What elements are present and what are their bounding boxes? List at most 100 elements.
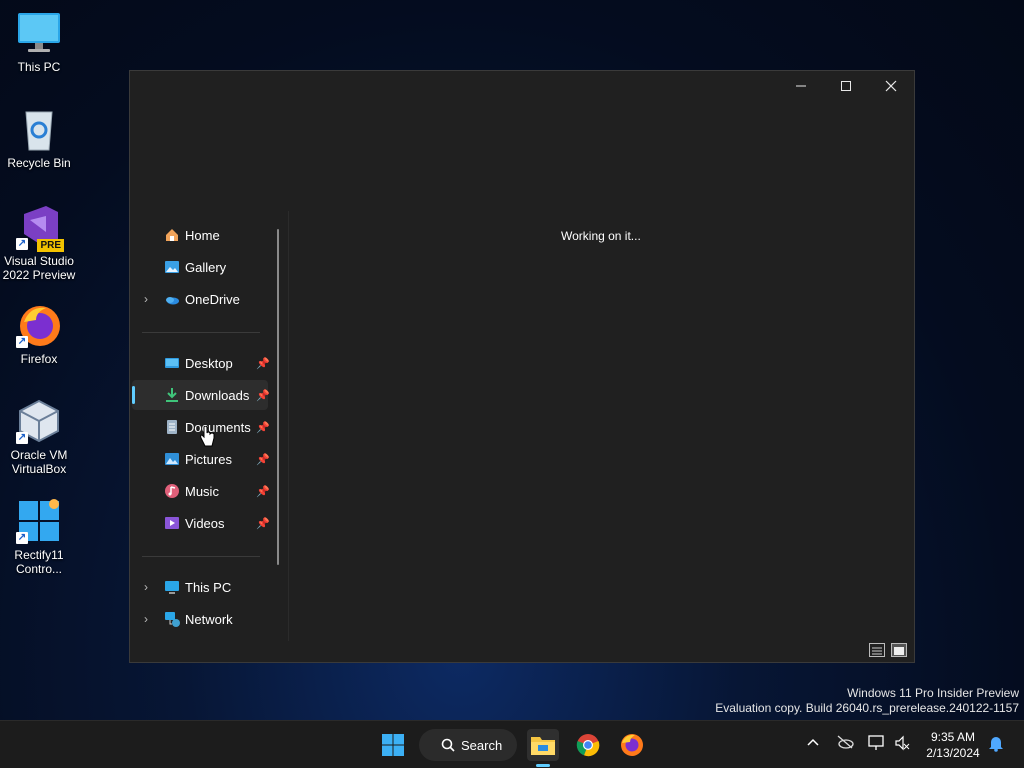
large-icons-view-icon: [894, 647, 904, 655]
nav-item-downloads[interactable]: Downloads 📌: [132, 380, 270, 410]
pane-divider[interactable]: [288, 211, 289, 641]
taskbar-search-button[interactable]: Search: [419, 729, 517, 761]
chevron-up-icon: [807, 738, 819, 746]
chevron-right-icon[interactable]: ›: [144, 580, 148, 594]
shortcut-arrow-icon: ↗: [16, 336, 28, 348]
shortcut-arrow-icon: ↗: [16, 532, 28, 544]
desktop-icon-label: Oracle VM VirtualBox: [10, 448, 68, 476]
nav-item-label: Pictures: [185, 451, 232, 467]
nav-item-this-pc[interactable]: › This PC: [132, 572, 268, 602]
windows-start-icon: [382, 734, 404, 756]
onedrive-tray-button[interactable]: [836, 735, 854, 752]
chevron-right-icon[interactable]: ›: [144, 292, 148, 306]
taskbar-clock[interactable]: 9:35 AM 2/13/2024: [918, 729, 988, 761]
shortcut-arrow-icon: ↗: [16, 432, 28, 444]
virtualbox-icon: ↗: [16, 398, 62, 444]
watermark-line: Evaluation copy. Build 26040.rs_prerelea…: [715, 701, 1019, 715]
close-button[interactable]: [868, 71, 914, 101]
taskbar-chrome[interactable]: [572, 729, 604, 761]
nav-item-label: This PC: [185, 579, 232, 595]
nav-item-label: Desktop: [185, 355, 233, 371]
evaluation-watermark: Windows 11 Pro Insider Preview Evaluatio…: [715, 686, 1019, 716]
taskbar-firefox[interactable]: [616, 729, 648, 761]
music-icon: [165, 484, 179, 498]
nav-item-label: Music: [185, 483, 219, 499]
minimize-icon: [796, 85, 806, 87]
desktop-icon-recycle-bin[interactable]: Recycle Bin: [2, 106, 76, 170]
gallery-icon: [165, 261, 179, 273]
selection-indicator: [132, 386, 135, 404]
maximize-button[interactable]: [823, 71, 869, 101]
notifications-button[interactable]: [988, 734, 1004, 755]
large-icons-view-button[interactable]: [891, 643, 907, 657]
pictures-icon: [165, 453, 179, 465]
desktop-icon-label: Recycle Bin: [7, 156, 71, 170]
desktop-icon-this-pc[interactable]: This PC: [2, 10, 76, 74]
nav-item-label: Videos: [185, 515, 225, 531]
monitor-icon: [16, 10, 62, 56]
pin-icon[interactable]: 📌: [256, 485, 270, 498]
running-indicator: [536, 764, 550, 767]
hand-cursor-icon: [200, 426, 215, 447]
firefox-icon: [621, 734, 643, 756]
this-pc-icon: [165, 581, 179, 594]
visual-studio-icon: PRE ↗: [16, 204, 64, 252]
pin-icon[interactable]: 📌: [256, 421, 270, 434]
recycle-bin-icon: [16, 106, 62, 152]
documents-icon: [167, 420, 177, 434]
nav-item-videos[interactable]: Videos 📌: [132, 508, 270, 538]
pin-icon[interactable]: 📌: [256, 389, 270, 402]
onedrive-offline-icon: [837, 735, 854, 749]
details-view-icon: [872, 647, 882, 655]
show-hidden-icons-button[interactable]: [806, 735, 820, 752]
nav-item-label: Documents: [185, 419, 251, 435]
bell-icon: [989, 737, 1003, 752]
nav-item-label: Home: [185, 227, 220, 243]
pin-icon[interactable]: 📌: [256, 517, 270, 530]
close-icon: [885, 80, 897, 92]
desktop-icon-rectify11[interactable]: ↗ Rectify11 Contro...: [2, 498, 76, 576]
volume-tray-button[interactable]: [894, 735, 910, 754]
desktop-icon-label: Visual Studio 2022 Preview: [2, 254, 76, 282]
clock-date: 2/13/2024: [926, 746, 980, 760]
taskbar: Search 9:35 AM 2/13/2024: [0, 720, 1024, 768]
desktop-icon-label: This PC: [17, 60, 61, 74]
desktop-icon-firefox[interactable]: ↗ Firefox: [2, 302, 76, 366]
videos-icon: [165, 517, 179, 529]
nav-item-music[interactable]: Music 📌: [132, 476, 270, 506]
loading-status-text: Working on it...: [561, 229, 641, 243]
pin-icon[interactable]: 📌: [256, 453, 270, 466]
pre-badge: PRE: [37, 239, 64, 252]
home-icon: [166, 229, 178, 241]
file-explorer-window: Home Gallery › OneDrive Desktop 📌 Downlo…: [129, 70, 915, 663]
taskbar-file-explorer[interactable]: [527, 729, 559, 767]
minimize-button[interactable]: [778, 71, 824, 101]
desktop-icon-label: Rectify11 Contro...: [14, 548, 64, 576]
nav-item-desktop[interactable]: Desktop 📌: [132, 348, 270, 378]
chevron-right-icon[interactable]: ›: [144, 612, 148, 626]
start-button[interactable]: [377, 729, 409, 761]
firefox-icon: ↗: [16, 302, 62, 348]
pin-icon[interactable]: 📌: [256, 357, 270, 370]
nav-separator: [142, 556, 260, 557]
nav-item-network[interactable]: › Network: [132, 604, 268, 634]
network-tray-button[interactable]: [868, 735, 886, 754]
windows-logo-icon: ↗: [16, 498, 62, 544]
nav-item-home[interactable]: Home: [132, 220, 268, 250]
desktop-icon-visual-studio[interactable]: PRE ↗ Visual Studio 2022 Preview: [2, 204, 76, 282]
nav-item-label: Network: [185, 611, 233, 627]
nav-item-label: Gallery: [185, 259, 227, 275]
details-view-button[interactable]: [869, 643, 885, 657]
file-explorer-icon: [531, 737, 555, 755]
downloads-icon: [166, 388, 178, 402]
desktop-icon-virtualbox[interactable]: ↗ Oracle VM VirtualBox: [2, 398, 76, 476]
nav-item-label: OneDrive: [185, 291, 240, 307]
nav-item-pictures[interactable]: Pictures 📌: [132, 444, 270, 474]
nav-scrollbar[interactable]: [277, 229, 279, 565]
nav-item-onedrive[interactable]: › OneDrive: [132, 284, 268, 314]
nav-item-label: Downloads: [185, 387, 250, 403]
watermark-line: Windows 11 Pro Insider Preview: [847, 686, 1019, 700]
network-status-icon: [868, 735, 884, 750]
clock-time: 9:35 AM: [930, 730, 976, 744]
nav-item-gallery[interactable]: Gallery: [132, 252, 268, 282]
